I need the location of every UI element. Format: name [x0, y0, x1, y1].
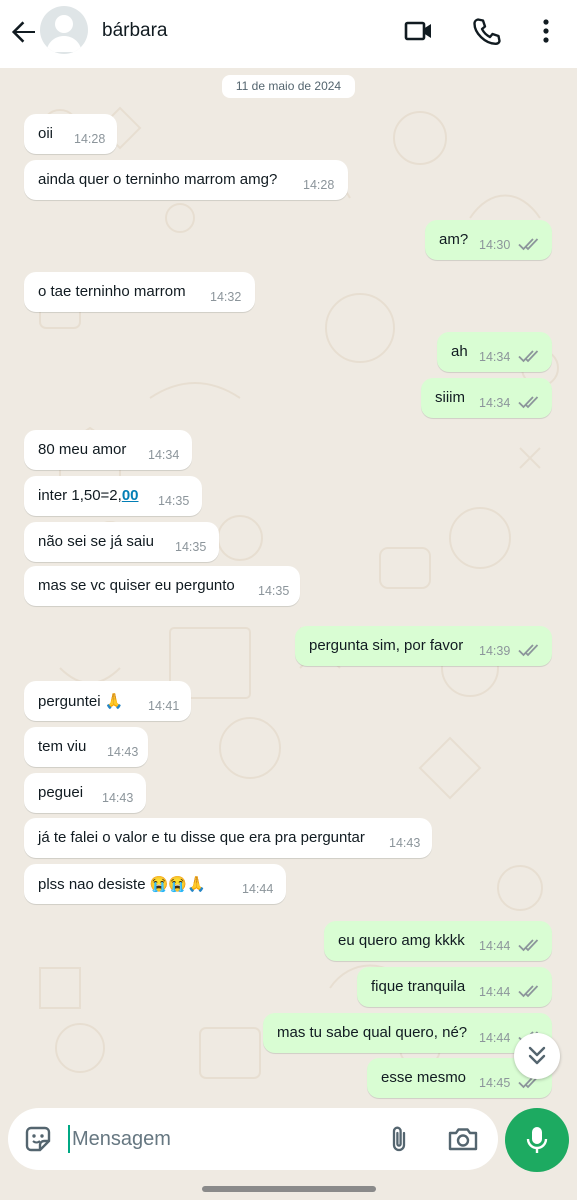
- message-text: plss nao desiste 😭😭🙏: [38, 876, 206, 893]
- message-phone-link[interactable]: 00: [122, 487, 139, 504]
- read-ticks-icon: [518, 396, 539, 409]
- message-timestamp: 14:41: [148, 699, 180, 713]
- incoming-message-bubble[interactable]: plss nao desiste 😭😭🙏 14:44: [24, 864, 286, 904]
- message-text: inter 1,50=2,00: [38, 487, 139, 504]
- read-ticks-icon: [518, 644, 539, 657]
- more-vert-icon[interactable]: [530, 15, 562, 47]
- message-text: esse mesmo: [381, 1069, 467, 1086]
- system-navigation-bar[interactable]: [202, 1186, 376, 1192]
- outgoing-message-bubble[interactable]: fique tranquila 14:44: [357, 967, 552, 1007]
- incoming-message-bubble[interactable]: ainda quer o terninho marrom amg? 14:28: [24, 160, 348, 200]
- message-text: mas se vc quiser eu pergunto: [38, 577, 235, 594]
- date-chip: 11 de maio de 2024: [222, 75, 355, 98]
- message-timestamp: 14:44: [242, 882, 274, 896]
- message-timestamp: 14:44: [479, 985, 511, 999]
- incoming-message-bubble[interactable]: não sei se já saiu 14:35: [24, 522, 219, 562]
- message-composer: [8, 1108, 498, 1170]
- text-cursor: [68, 1125, 70, 1153]
- message-timestamp: 14:28: [74, 132, 106, 146]
- message-text-prefix: inter 1,50=2,: [38, 487, 122, 504]
- outgoing-message-bubble[interactable]: am? 14:30: [425, 220, 552, 260]
- message-timestamp: 14:30: [479, 238, 511, 252]
- message-timestamp: 14:43: [102, 791, 134, 805]
- message-timestamp: 14:35: [175, 540, 207, 554]
- incoming-message-bubble[interactable]: 80 meu amor 14:34: [24, 430, 192, 470]
- chat-header: bárbara: [0, 0, 577, 68]
- video-call-icon[interactable]: [403, 15, 435, 47]
- message-text: 80 meu amor: [38, 441, 127, 458]
- message-timestamp: 14:32: [210, 290, 242, 304]
- message-text: já te falei o valor e tu disse que era p…: [38, 829, 365, 846]
- message-timestamp: 14:44: [479, 939, 511, 953]
- phone-icon[interactable]: [471, 15, 503, 47]
- read-ticks-icon: [518, 985, 539, 998]
- attach-icon[interactable]: [383, 1123, 415, 1155]
- message-timestamp: 14:28: [303, 178, 335, 192]
- message-text: am?: [439, 231, 469, 248]
- outgoing-message-bubble[interactable]: pergunta sim, por favor 14:39: [295, 626, 552, 666]
- message-text: oii: [38, 125, 54, 142]
- message-text: perguntei 🙏: [38, 693, 124, 710]
- outgoing-message-bubble[interactable]: eu quero amg kkkk 14:44: [324, 921, 552, 961]
- message-timestamp: 14:43: [107, 745, 139, 759]
- message-timestamp: 14:39: [479, 644, 511, 658]
- message-text: eu quero amg kkkk: [338, 932, 465, 949]
- message-timestamp: 14:35: [158, 494, 190, 508]
- message-timestamp: 14:34: [148, 448, 180, 462]
- camera-icon[interactable]: [446, 1123, 480, 1155]
- outgoing-message-bubble[interactable]: ah 14:34: [437, 332, 552, 372]
- scroll-to-bottom-button[interactable]: [514, 1033, 560, 1079]
- message-timestamp: 14:34: [479, 350, 511, 364]
- incoming-message-bubble[interactable]: já te falei o valor e tu disse que era p…: [24, 818, 432, 858]
- incoming-message-bubble[interactable]: peguei 14:43: [24, 773, 146, 813]
- mic-icon: [526, 1127, 548, 1153]
- message-text: mas tu sabe qual quero, né?: [277, 1024, 468, 1041]
- emoji-sticker-icon[interactable]: [22, 1123, 54, 1155]
- voice-message-button[interactable]: [505, 1108, 569, 1172]
- incoming-message-bubble[interactable]: inter 1,50=2,00 14:35: [24, 476, 202, 516]
- contact-avatar[interactable]: [40, 6, 88, 54]
- read-ticks-icon: [518, 238, 539, 251]
- message-text: ainda quer o terninho marrom amg?: [38, 171, 278, 188]
- message-text: o tae terninho marrom: [38, 283, 186, 300]
- message-text: não sei se já saiu: [38, 533, 154, 550]
- read-ticks-icon: [518, 939, 539, 952]
- message-timestamp: 14:34: [479, 396, 511, 410]
- message-text: siiim: [435, 389, 465, 406]
- back-arrow-icon[interactable]: [8, 16, 40, 48]
- message-timestamp: 14:43: [389, 836, 421, 850]
- message-text: peguei: [38, 784, 84, 801]
- message-text: tem viu: [38, 738, 87, 755]
- chevron-double-down-icon: [528, 1046, 546, 1065]
- incoming-message-bubble[interactable]: tem viu 14:43: [24, 727, 148, 767]
- message-input[interactable]: [72, 1122, 372, 1156]
- avatar-placeholder-icon: [46, 15, 82, 52]
- message-timestamp: 14:44: [479, 1031, 511, 1045]
- read-ticks-icon: [518, 350, 539, 363]
- outgoing-message-bubble[interactable]: siiim 14:34: [421, 378, 552, 418]
- outgoing-message-bubble[interactable]: mas tu sabe qual quero, né? 14:44: [263, 1013, 552, 1053]
- message-text: fique tranquila: [371, 978, 466, 995]
- message-timestamp: 14:45: [479, 1076, 511, 1090]
- incoming-message-bubble[interactable]: mas se vc quiser eu pergunto 14:35: [24, 566, 300, 606]
- contact-name[interactable]: bárbara: [102, 20, 168, 42]
- incoming-message-bubble[interactable]: oii 14:28: [24, 114, 117, 154]
- message-text: pergunta sim, por favor: [309, 637, 464, 654]
- incoming-message-bubble[interactable]: perguntei 🙏 14:41: [24, 681, 191, 721]
- incoming-message-bubble[interactable]: o tae terninho marrom 14:32: [24, 272, 255, 312]
- message-timestamp: 14:35: [258, 584, 290, 598]
- message-text: ah: [451, 343, 468, 360]
